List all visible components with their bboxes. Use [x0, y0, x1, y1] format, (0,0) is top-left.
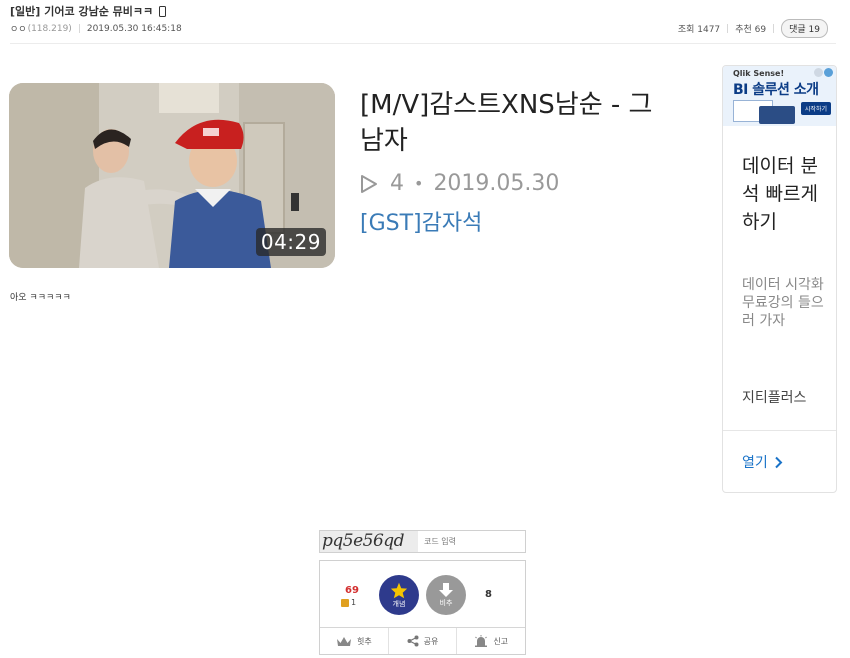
- ad-info-icon[interactable]: [824, 68, 833, 77]
- hit-label: 힛추: [356, 636, 372, 646]
- post-header: [일반] 기어코 강남순 뮤비ㅋㅋ ㅇㅇ (118.219) | 2019.05…: [0, 0, 850, 44]
- video-channel-link[interactable]: [GST]감자석: [360, 205, 482, 237]
- captcha-image: pq5e56qd: [320, 531, 418, 552]
- mobile-icon: [159, 5, 167, 17]
- crown-icon: [336, 636, 351, 646]
- report-label: 신고: [493, 636, 509, 646]
- view-count: 조회 1477: [677, 25, 721, 35]
- up-label: 개념: [392, 599, 406, 608]
- share-icon: [407, 635, 419, 647]
- ad-laptop-illustration: [759, 106, 795, 124]
- ad-banner[interactable]: Qlik Sense! BI 솔루션 소개 시작하기: [723, 66, 836, 126]
- ad-heading[interactable]: 데이터 분석 빠르게 하기: [742, 152, 832, 236]
- post-body: 아오 ㅋㅋㅋㅋㅋ: [10, 293, 71, 303]
- recommend-box: 69 1 개념 비추 8 힛추 공유 신고: [319, 560, 526, 655]
- meta-separator: |: [77, 23, 81, 34]
- play-icon: [361, 174, 377, 193]
- post-title-line: [일반] 기어코 강남순 뮤비ㅋㅋ: [10, 3, 167, 19]
- recommend-count: 추천 69: [735, 25, 767, 35]
- hit-recommend-button[interactable]: 힛추: [320, 628, 389, 654]
- captcha-input[interactable]: [418, 531, 525, 552]
- fix-count-value: 1: [351, 598, 357, 607]
- recommend-actions: 힛추 공유 신고: [320, 627, 525, 654]
- post-datetime: 2019.05.30 16:45:18: [86, 23, 182, 34]
- share-label: 공유: [423, 636, 439, 646]
- ad-brand: Qlik Sense!: [733, 69, 785, 78]
- fix-icon: [341, 598, 349, 607]
- stats-separator: |: [726, 23, 730, 34]
- fix-count: 1: [341, 598, 356, 607]
- star-icon: [390, 582, 408, 598]
- post-category: [일반]: [10, 5, 41, 18]
- post-stats: 조회 1477 | 추천 69 | 댓글 19: [678, 19, 828, 38]
- ad-open-link[interactable]: 열기: [742, 452, 783, 472]
- video-card[interactable]: 04:29 [M/V]감스트XNS남순 - 그 남자 4 • 2019.05.3…: [9, 83, 709, 269]
- arrow-down-icon: [439, 583, 453, 597]
- post-title: 기어코 강남순 뮤비ㅋㅋ: [44, 5, 154, 18]
- siren-icon: [475, 635, 488, 647]
- video-duration: 04:29: [255, 228, 326, 256]
- ad-headline: BI 솔루션 소개: [733, 82, 819, 98]
- share-button[interactable]: 공유: [389, 628, 458, 654]
- video-meta: 4 • 2019.05.30: [360, 171, 559, 196]
- report-button[interactable]: 신고: [457, 628, 525, 654]
- author-ip: (118.219): [27, 23, 72, 34]
- recommend-up-button[interactable]: 개념: [379, 575, 419, 615]
- video-date: 2019.05.30: [433, 171, 560, 196]
- recommend-down-button[interactable]: 비추: [426, 575, 466, 615]
- stats-separator: |: [772, 23, 776, 34]
- down-count: 8: [485, 589, 492, 600]
- video-play-count: 4: [390, 171, 404, 196]
- ad-body: 데이터 시각화 무료강의 들으러 가자: [742, 277, 824, 329]
- reply-count-button[interactable]: 댓글 19: [781, 19, 828, 38]
- ad-cta-button[interactable]: 시작하기: [800, 102, 831, 115]
- ad-open-label: 열기: [742, 455, 768, 471]
- ad-box[interactable]: Qlik Sense! BI 솔루션 소개 시작하기 데이터 분석 빠르게 하기…: [722, 65, 837, 493]
- chevron-right-icon: [775, 456, 783, 468]
- up-count: 69: [345, 585, 359, 596]
- recommend-top: 69 1 개념 비추 8: [320, 561, 525, 627]
- ad-close-icon[interactable]: [814, 68, 823, 77]
- header-divider: [10, 43, 836, 44]
- ad-divider: [723, 430, 836, 431]
- video-thumbnail[interactable]: 04:29: [9, 83, 335, 268]
- meta-dot: •: [414, 174, 424, 193]
- author-name[interactable]: ㅇㅇ: [10, 22, 27, 35]
- ad-sponsor: 지티플러스: [742, 390, 807, 406]
- captcha-row: pq5e56qd: [319, 530, 526, 553]
- post-meta: ㅇㅇ (118.219) | 2019.05.30 16:45:18: [10, 22, 182, 36]
- down-label: 비추: [439, 599, 453, 607]
- video-title[interactable]: [M/V]감스트XNS남순 - 그 남자: [360, 87, 660, 159]
